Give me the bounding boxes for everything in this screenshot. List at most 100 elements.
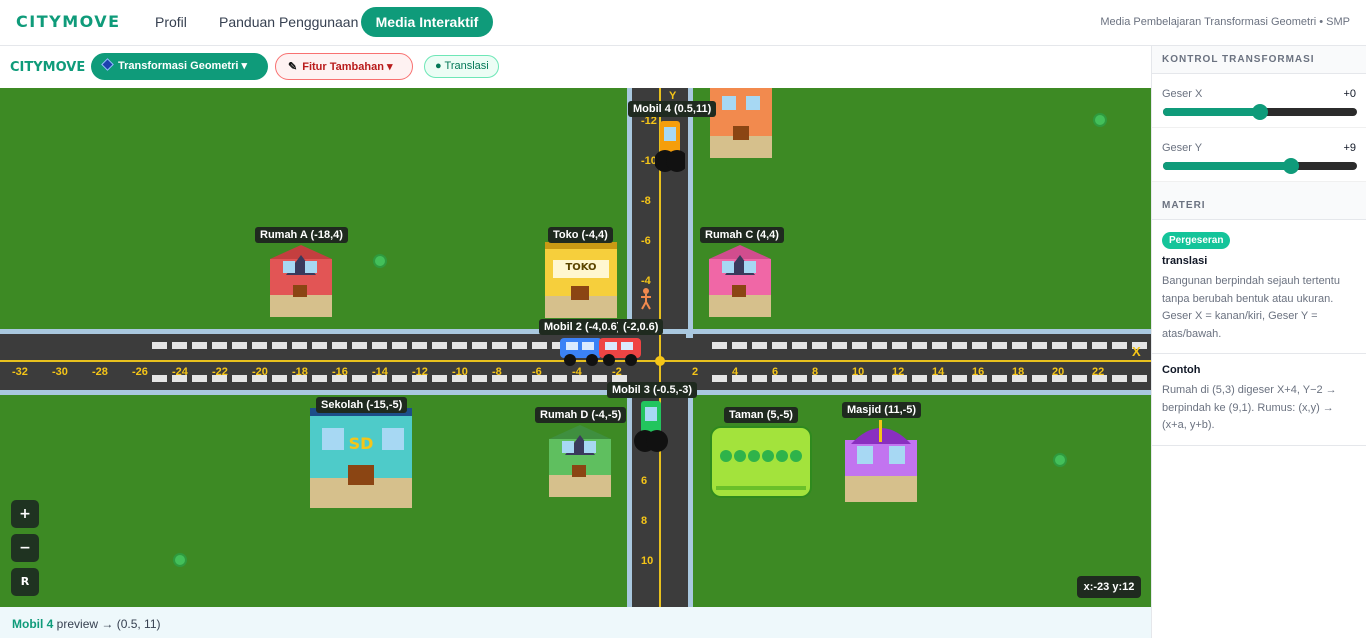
- y-tick-label: 6: [641, 475, 648, 487]
- road-dash: [512, 375, 527, 382]
- geser-x-slider[interactable]: [1163, 104, 1357, 120]
- road-dash: [852, 342, 867, 349]
- geser-y-value: +9: [1343, 142, 1356, 154]
- road-dash: [892, 342, 907, 349]
- road-dash: [912, 342, 927, 349]
- road-dash: [952, 342, 967, 349]
- road-dash: [812, 342, 827, 349]
- nav-link-profil[interactable]: Profil: [155, 14, 187, 30]
- materi-topic: translasi: [1162, 255, 1208, 267]
- sekolah-building[interactable]: [310, 408, 412, 508]
- nav-link-panduan[interactable]: Panduan Penggunaan: [219, 14, 358, 30]
- rumah-a-building[interactable]: [270, 245, 332, 317]
- geser-y-slider-thumb[interactable]: [1283, 158, 1300, 174]
- road-dash: [352, 375, 367, 382]
- brand-logo[interactable]: CITYMOVE: [16, 12, 121, 31]
- road-dash: [1112, 342, 1127, 349]
- mobil-1-car[interactable]: [599, 336, 641, 366]
- x-tick-label: -12: [412, 366, 428, 378]
- road-dash: [1032, 342, 1047, 349]
- toko-building[interactable]: [545, 242, 617, 318]
- geser-x-slider-thumb[interactable]: [1252, 104, 1268, 120]
- road-dash: [192, 342, 207, 349]
- road-dash: [1072, 342, 1087, 349]
- x-tick-label: -16: [332, 366, 348, 378]
- x-tick-label: 6: [772, 366, 779, 378]
- x-tick-label: -30: [52, 366, 68, 378]
- status-text: preview → (0.5, 11): [53, 617, 161, 631]
- x-tick-label: 16: [972, 366, 985, 378]
- zoom-out-button[interactable]: −: [11, 534, 39, 562]
- label-taman: Taman (5,-5): [724, 407, 798, 423]
- road-dash: [792, 342, 807, 349]
- rumah-c-building[interactable]: [709, 245, 771, 317]
- label-mobil-3: Mobil 3 (-0.5,-3): [607, 382, 698, 398]
- x-tick-label: 22: [1092, 366, 1105, 378]
- geser-y-slider[interactable]: [1163, 158, 1357, 174]
- reset-view-button[interactable]: R: [11, 568, 39, 596]
- city-map[interactable]: X Y -32 -30 -28 -26 -24 -22 -20 -18 -16 -14 -12 -10…: [0, 88, 1151, 607]
- road-dash: [292, 342, 307, 349]
- road-dash: [152, 375, 167, 382]
- road-dash: [932, 342, 947, 349]
- geo-dropdown-label: Transformasi Geometri ▾: [118, 60, 248, 72]
- kontrol-header: KONTROL TRANSFORMASI: [1152, 46, 1366, 74]
- toolbar-brand: CITYMOVE: [10, 60, 86, 75]
- x-tick-label: -18: [292, 366, 308, 378]
- nav-link-media-interaktif[interactable]: Media Interaktif: [361, 7, 493, 37]
- origin-point: [655, 356, 665, 366]
- x-tick-label: 20: [1052, 366, 1065, 378]
- road-dash: [232, 342, 247, 349]
- road-dash: [152, 342, 167, 349]
- road-dash: [192, 375, 207, 382]
- x-tick-label: 14: [932, 366, 945, 378]
- road-dash: [712, 375, 727, 382]
- contoh-title: Contoh: [1162, 364, 1201, 376]
- status-object: Mobil 4: [12, 617, 54, 631]
- road-dash: [452, 342, 467, 349]
- contoh-description: Rumah di (5,3) digeser X+4, Y−2 → berpin…: [1162, 384, 1337, 431]
- road-dash: [832, 375, 847, 382]
- label-rumah-c: Rumah C (4,4): [700, 227, 784, 243]
- sekolah-sign: SD: [348, 434, 374, 453]
- fitur-dropdown-label: Fitur Tambahan ▾: [302, 61, 393, 73]
- road-dash: [412, 342, 427, 349]
- masjid-building[interactable]: [845, 420, 917, 502]
- road-dash: [992, 342, 1007, 349]
- road-dash: [772, 342, 787, 349]
- x-tick-label: -14: [372, 366, 388, 378]
- top-nav: CITYMOVE Profil Panduan Penggunaan Media…: [0, 0, 1366, 46]
- road-dash: [312, 375, 327, 382]
- x-tick-label: 4: [732, 366, 739, 378]
- road-dash: [592, 375, 607, 382]
- taman-park[interactable]: [710, 426, 812, 498]
- x-tick-label: -32: [12, 366, 28, 378]
- geser-x-label: Geser X: [1162, 88, 1203, 100]
- road-dash: [1032, 375, 1047, 382]
- fitur-tambahan-dropdown[interactable]: ✎ Fitur Tambahan ▾: [275, 53, 413, 80]
- road-dash: [712, 342, 727, 349]
- side-panel: KONTROL TRANSFORMASI Geser X +0 Geser Y …: [1151, 46, 1366, 638]
- tree-icon: [1093, 113, 1107, 127]
- road-dash: [232, 375, 247, 382]
- road-dash: [392, 375, 407, 382]
- y-tick-label: -4: [641, 275, 651, 287]
- y-tick-label: -8: [641, 195, 651, 207]
- mode-translasi-badge[interactable]: ● Translasi: [424, 55, 499, 78]
- mobil-4-car[interactable]: [655, 121, 685, 173]
- road-dash: [832, 342, 847, 349]
- zoom-in-button[interactable]: +: [11, 500, 39, 528]
- x-tick-label: 8: [812, 366, 819, 378]
- mobil-2-car[interactable]: [560, 336, 602, 366]
- road-dash: [732, 342, 747, 349]
- x-tick-label: -24: [172, 366, 188, 378]
- transformasi-geometri-dropdown[interactable]: Transformasi Geometri ▾: [91, 53, 268, 80]
- road-dash: [392, 342, 407, 349]
- rumah-d-building[interactable]: [549, 425, 611, 497]
- x-tick-label: -2: [612, 366, 622, 378]
- mobil-3-car[interactable]: [633, 401, 669, 455]
- road-dash: [432, 375, 447, 382]
- road-dash: [492, 342, 507, 349]
- label-masjid: Masjid (11,-5): [842, 402, 922, 418]
- house-top-building[interactable]: [710, 88, 772, 158]
